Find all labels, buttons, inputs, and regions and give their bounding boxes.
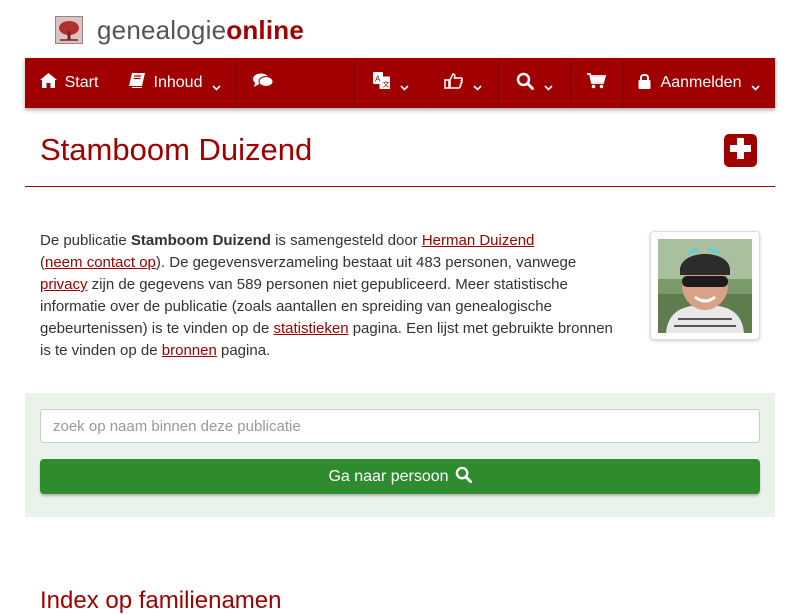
thumbs-up-icon bbox=[444, 72, 463, 94]
book-icon bbox=[128, 73, 146, 93]
chevron-down-icon bbox=[473, 79, 482, 91]
nav-aanmelden[interactable]: Aanmelden bbox=[623, 58, 775, 108]
person-search-panel: Ga naar persoon bbox=[25, 393, 775, 517]
publication-name: Stamboom Duizend bbox=[130, 232, 271, 249]
intro-text: is samengesteld door bbox=[270, 232, 422, 249]
chevron-down-icon bbox=[400, 79, 409, 91]
shopping-cart-icon bbox=[587, 72, 607, 94]
title-row: Stamboom Duizend bbox=[25, 108, 775, 187]
go-to-person-label: Ga naar persoon bbox=[328, 467, 449, 485]
chat-bubbles-icon bbox=[253, 73, 274, 93]
intro-text: De publicatie bbox=[40, 232, 131, 249]
author-avatar[interactable] bbox=[650, 231, 760, 340]
search-icon bbox=[449, 466, 472, 488]
author-photo bbox=[658, 239, 752, 333]
site-logo[interactable]: genealogieonline bbox=[55, 15, 304, 46]
plus-icon bbox=[728, 136, 753, 166]
author-link[interactable]: Herman Duizend bbox=[422, 232, 535, 249]
nav-start-label: Start bbox=[64, 74, 99, 91]
nav-share[interactable] bbox=[428, 58, 499, 108]
nav-spacer bbox=[290, 58, 355, 108]
chevron-down-icon bbox=[212, 79, 222, 91]
brand-name-part2: online bbox=[226, 14, 304, 45]
nav-language[interactable]: A文 bbox=[355, 58, 428, 108]
add-button[interactable] bbox=[724, 134, 757, 167]
go-to-person-button[interactable]: Ga naar persoon bbox=[40, 459, 760, 494]
sources-link[interactable]: bronnen bbox=[162, 342, 217, 359]
lock-icon bbox=[638, 73, 651, 94]
brand-name-part1: genealogie bbox=[97, 14, 227, 45]
intro-paragraph: De publicatie Stamboom Duizend is sameng… bbox=[40, 230, 620, 362]
main-navbar: Start Inhoud A文 Aanmelden bbox=[25, 58, 775, 108]
nav-forum[interactable] bbox=[237, 58, 290, 108]
chevron-down-icon bbox=[544, 79, 553, 91]
intro-text: pagina. bbox=[216, 342, 271, 359]
nav-inhoud[interactable]: Inhoud bbox=[114, 58, 237, 108]
svg-text:文: 文 bbox=[383, 80, 390, 89]
nav-start[interactable]: Start bbox=[25, 58, 114, 108]
page-title: Stamboom Duizend bbox=[40, 132, 313, 167]
nav-search[interactable] bbox=[499, 58, 571, 108]
nav-shop[interactable] bbox=[571, 58, 623, 108]
person-search-input[interactable] bbox=[40, 409, 760, 443]
surname-index-heading: Index op familienamen bbox=[40, 587, 282, 614]
intro-text: ). De gegevensverzameling bestaat uit 48… bbox=[155, 254, 577, 271]
svg-text:A: A bbox=[375, 75, 381, 84]
chevron-down-icon bbox=[751, 79, 761, 91]
home-icon bbox=[39, 73, 57, 93]
translate-icon: A文 bbox=[373, 72, 391, 94]
nav-inhoud-label: Inhoud bbox=[153, 74, 203, 91]
search-icon bbox=[516, 72, 534, 95]
contact-link[interactable]: neem contact op bbox=[45, 254, 156, 271]
nav-aanmelden-label: Aanmelden bbox=[660, 74, 742, 91]
statistics-link[interactable]: statistieken bbox=[274, 320, 349, 337]
brand-name: genealogieonline bbox=[97, 15, 304, 46]
privacy-link[interactable]: privacy bbox=[40, 276, 88, 293]
tree-icon bbox=[55, 16, 83, 44]
